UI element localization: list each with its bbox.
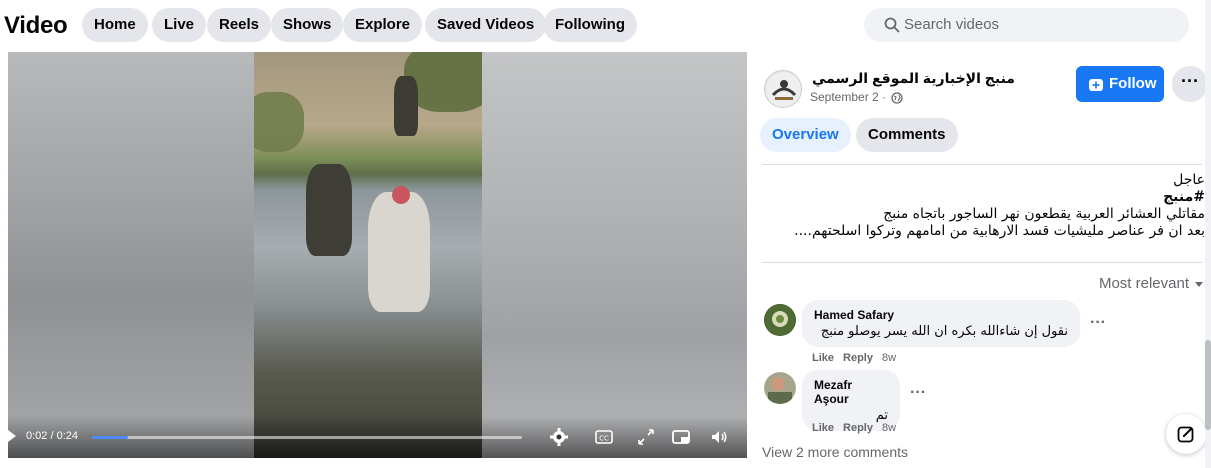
follow-label: Follow — [1109, 75, 1157, 92]
comment-author[interactable]: Mezafr Aşour — [814, 378, 888, 406]
post-text-line: بعد ان فر عناصر مليشيات قسد الارهابية من… — [794, 223, 1205, 239]
compose-edit-icon — [1177, 426, 1194, 443]
page-logo-icon — [766, 72, 801, 107]
nav-home-button[interactable]: Home — [82, 8, 148, 42]
comment-options-button[interactable]: ··· — [1090, 314, 1106, 332]
post-details-panel: منبج الإخبارية الموقع الرسمي September 2… — [756, 52, 1211, 468]
comment-author[interactable]: Hamed Safary — [814, 308, 1068, 322]
comment-reply-button[interactable]: Reply — [843, 422, 873, 434]
divider — [762, 262, 1202, 263]
video-frame — [254, 52, 482, 458]
comment-reply-button[interactable]: Reply — [843, 352, 873, 364]
search-videos-input[interactable]: Search videos — [864, 8, 1189, 42]
nav-shows-button[interactable]: Shows — [271, 8, 344, 42]
search-icon — [884, 17, 900, 33]
video-time: 0:02 / 0:24 — [26, 430, 78, 442]
volume-icon[interactable] — [708, 426, 730, 448]
nav-reels-button[interactable]: Reels — [207, 8, 272, 42]
scrollbar-thumb[interactable] — [1205, 340, 1211, 430]
tab-overview[interactable]: Overview — [760, 118, 851, 152]
comment-like-button[interactable]: Like — [812, 352, 834, 364]
video-controls: 0:02 / 0:24 CC — [8, 416, 747, 458]
seek-bar[interactable] — [92, 436, 522, 439]
avatar-image-icon — [764, 304, 796, 336]
comment-actions: Like Reply 8w — [812, 422, 905, 434]
facebook-video-page: Video Home Live Reels Shows Explore Save… — [0, 0, 1211, 468]
comment-text: تم — [875, 408, 888, 423]
fullscreen-icon[interactable] — [635, 426, 657, 448]
commenter-avatar[interactable] — [764, 304, 796, 336]
svg-text:CC: CC — [599, 435, 609, 443]
comment-options-button[interactable]: ··· — [910, 384, 926, 402]
new-message-button[interactable] — [1166, 414, 1206, 454]
search-placeholder: Search videos — [904, 16, 1000, 33]
blurred-background-left — [8, 52, 254, 458]
commenter-avatar[interactable] — [764, 372, 796, 404]
closed-captions-icon[interactable]: CC — [593, 426, 615, 448]
globe-icon — [891, 92, 903, 104]
comment-like-button[interactable]: Like — [812, 422, 834, 434]
follow-page-icon — [1089, 79, 1103, 91]
post-hashtag[interactable]: #منبج — [765, 189, 1205, 206]
video-top-bar: Video Home Live Reels Shows Explore Save… — [0, 0, 1211, 52]
comment-text: نقول إن شاءالله بكره ان الله يسر يوصلو م… — [820, 324, 1068, 339]
tree-foliage — [254, 92, 304, 152]
person-figure — [368, 192, 430, 312]
page-name[interactable]: منبج الإخبارية الموقع الرسمي — [812, 70, 1015, 87]
post-text-line: مقاتلي العشائر العربية يقطعون نهر الساجو… — [883, 206, 1205, 222]
post-date[interactable]: September 2 · — [810, 90, 886, 104]
nav-explore-button[interactable]: Explore — [343, 8, 423, 42]
person-figure — [394, 76, 418, 136]
follow-button[interactable]: Follow — [1076, 66, 1164, 102]
comment-age[interactable]: 8w — [882, 352, 896, 364]
tab-comments[interactable]: Comments — [856, 118, 958, 152]
comment-sort-dropdown[interactable]: Most relevant — [1099, 275, 1203, 292]
video-brand-title: Video — [4, 12, 68, 39]
view-more-comments-link[interactable]: View 2 more comments — [762, 444, 908, 460]
nav-saved-videos-button[interactable]: Saved Videos — [425, 8, 547, 42]
play-icon[interactable] — [8, 430, 16, 442]
comment-actions: Like Reply 8w — [812, 352, 905, 364]
sort-label: Most relevant — [1098, 275, 1189, 292]
blurred-background-right — [482, 52, 747, 458]
picture-in-picture-icon[interactable] — [670, 426, 692, 448]
page-scrollbar[interactable] — [1205, 0, 1211, 468]
comment-age[interactable]: 8w — [882, 422, 896, 434]
page-avatar[interactable] — [764, 70, 802, 108]
nav-following-button[interactable]: Following — [543, 8, 637, 42]
settings-gear-icon[interactable] — [548, 426, 570, 448]
video-player[interactable]: 0:02 / 0:24 CC — [8, 52, 747, 458]
seek-progress — [92, 436, 128, 439]
post-text-line: عاجل — [1173, 172, 1205, 188]
post-text: عاجل #منبج مقاتلي العشائر العربية يقطعون… — [765, 172, 1205, 240]
divider — [762, 164, 1202, 165]
chevron-down-icon — [1195, 281, 1203, 287]
avatar-image-icon — [764, 372, 796, 404]
nav-live-button[interactable]: Live — [152, 8, 207, 42]
person-headscarf — [392, 186, 410, 204]
more-options-button[interactable]: ··· — [1172, 66, 1208, 102]
comment-bubble: Hamed Safary نقول إن شاءالله بكره ان الل… — [802, 300, 1080, 347]
person-figure — [306, 164, 352, 256]
